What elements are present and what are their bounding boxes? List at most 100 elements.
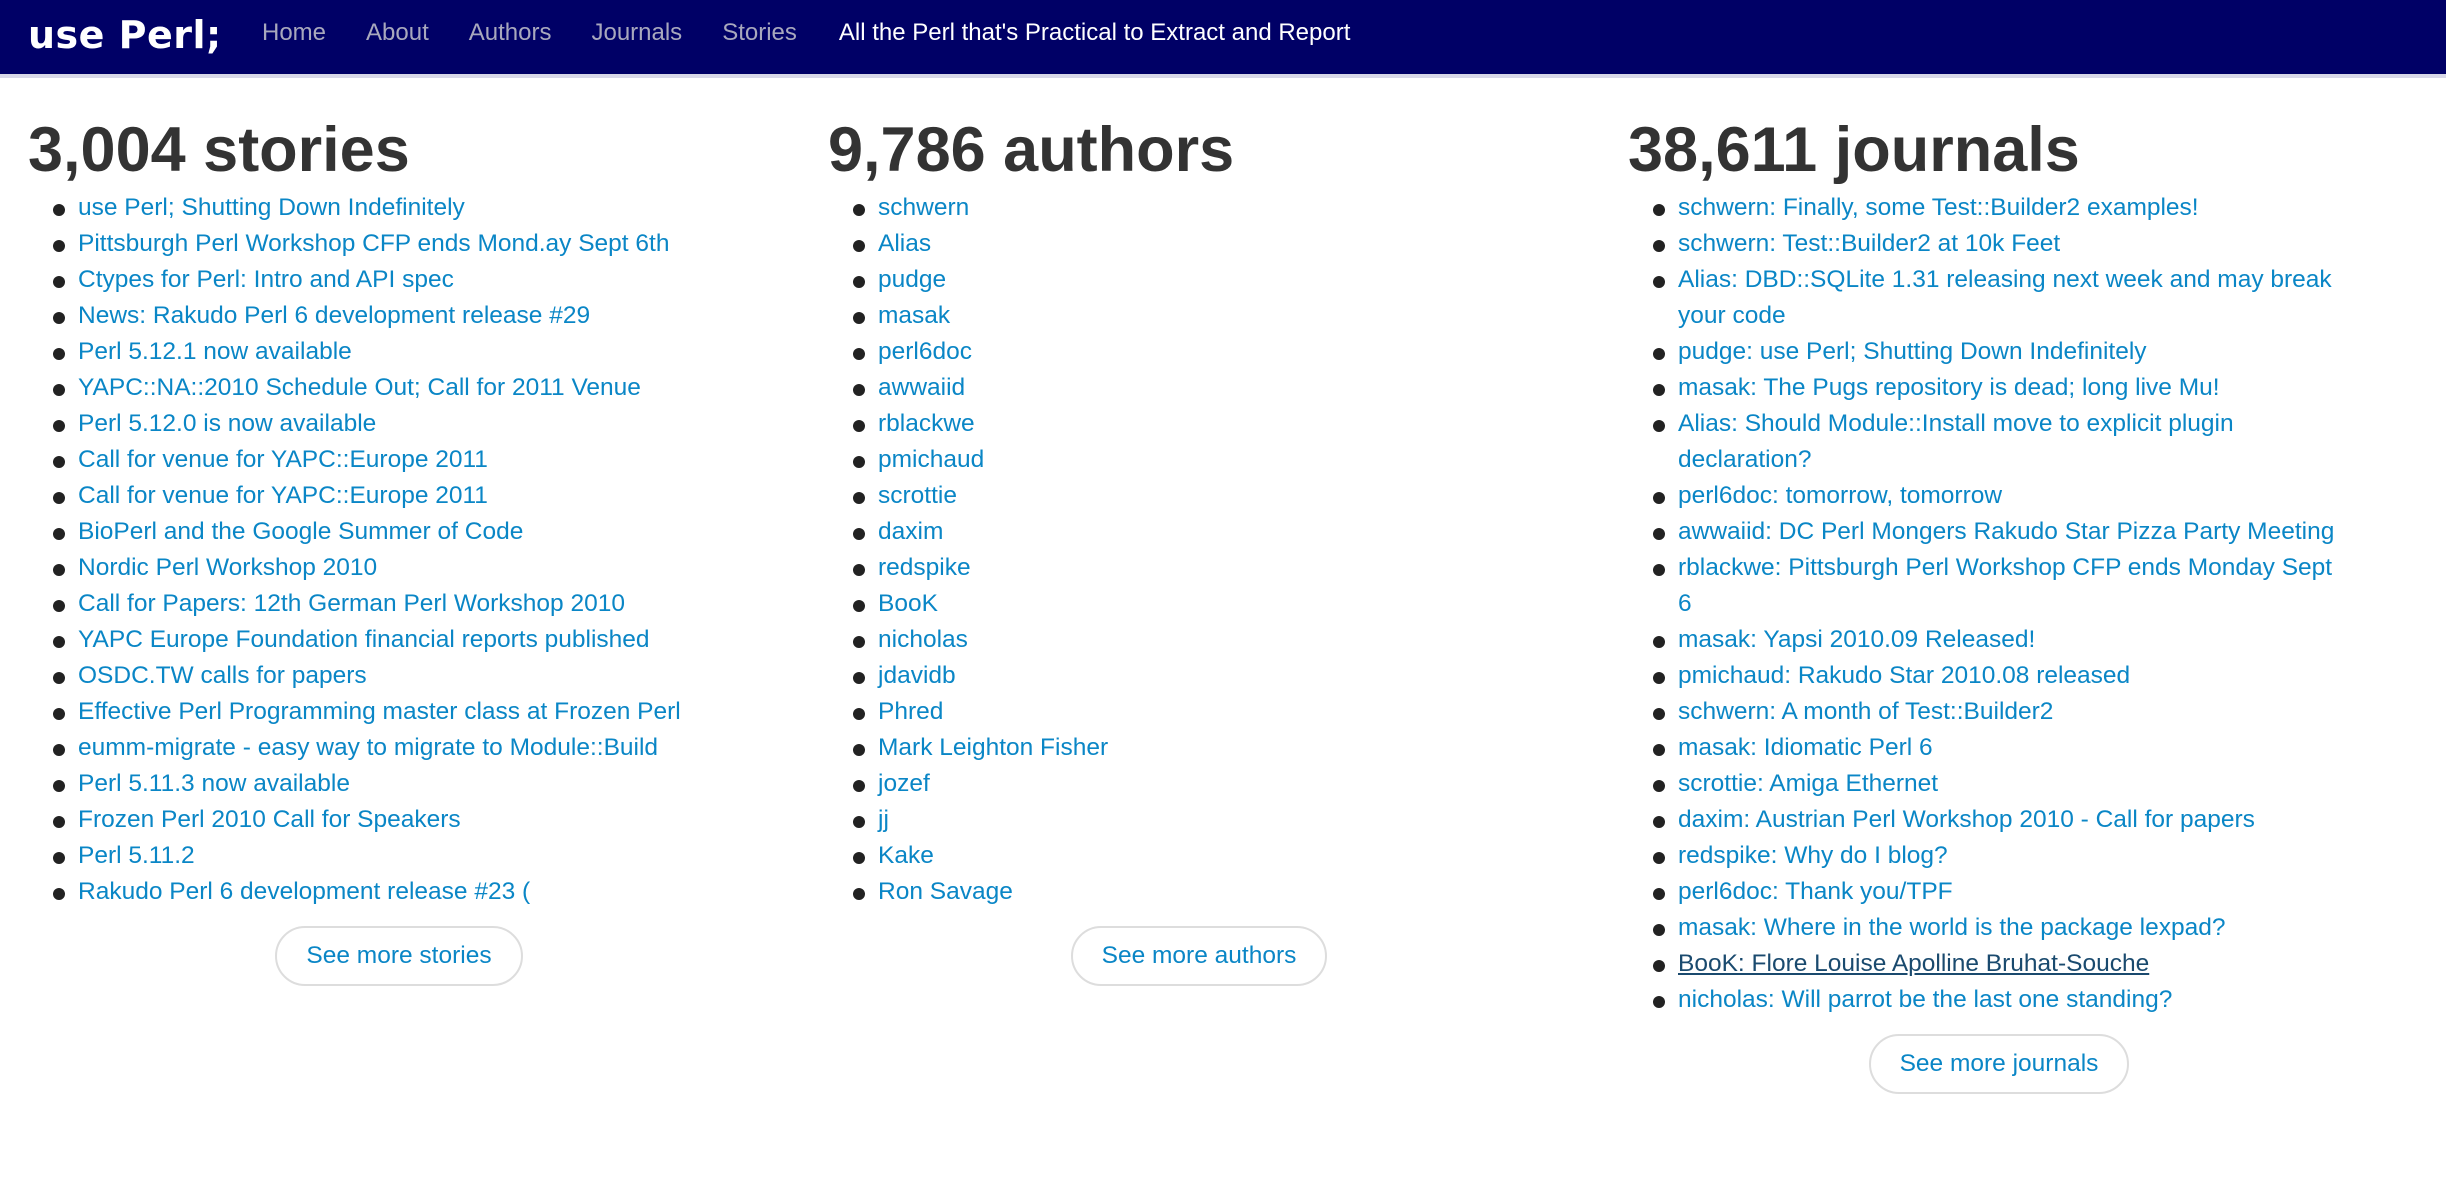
- journal-list-item: awwaiid: DC Perl Mongers Rakudo Star Piz…: [1653, 514, 2348, 550]
- story-link[interactable]: YAPC::NA::2010 Schedule Out; Call for 20…: [78, 374, 641, 401]
- author-link[interactable]: jozef: [878, 770, 930, 797]
- see-more-authors-button[interactable]: See more authors: [1070, 926, 1328, 986]
- author-link[interactable]: perl6doc: [878, 338, 972, 365]
- story-link[interactable]: OSDC.TW calls for papers: [78, 662, 367, 689]
- story-link[interactable]: Effective Perl Programming master class …: [78, 698, 681, 725]
- journal-link[interactable]: schwern: Test::Builder2 at 10k Feet: [1678, 230, 2060, 257]
- journal-link[interactable]: pmichaud: Rakudo Star 2010.08 released: [1678, 662, 2130, 689]
- nav-stories-link[interactable]: Stories: [722, 19, 797, 47]
- journal-link[interactable]: masak: The Pugs repository is dead; long…: [1678, 374, 2220, 401]
- story-link[interactable]: Ctypes for Perl: Intro and API spec: [78, 266, 454, 293]
- author-list-item: pmichaud: [853, 442, 1588, 478]
- story-link[interactable]: use Perl; Shutting Down Indefinitely: [78, 194, 465, 221]
- journal-link[interactable]: daxim: Austrian Perl Workshop 2010 - Cal…: [1678, 806, 2255, 833]
- story-link[interactable]: BioPerl and the Google Summer of Code: [78, 518, 523, 545]
- journal-link[interactable]: redspike: Why do I blog?: [1678, 842, 1948, 869]
- journal-link[interactable]: scrottie: Amiga Ethernet: [1678, 770, 1938, 797]
- story-link[interactable]: Perl 5.12.0 is now available: [78, 410, 376, 437]
- author-link[interactable]: awwaiid: [878, 374, 965, 401]
- journal-link[interactable]: masak: Yapsi 2010.09 Released!: [1678, 626, 2035, 653]
- story-link[interactable]: Perl 5.11.3 now available: [78, 770, 350, 797]
- story-link[interactable]: Rakudo Perl 6 development release #23 (: [78, 878, 530, 905]
- journal-link[interactable]: perl6doc: Thank you/TPF: [1678, 878, 1953, 905]
- story-link[interactable]: Call for venue for YAPC::Europe 2011: [78, 482, 488, 509]
- site-logo[interactable]: use Perl;: [28, 4, 222, 66]
- author-link[interactable]: BooK: [878, 590, 938, 617]
- journal-link[interactable]: awwaiid: DC Perl Mongers Rakudo Star Piz…: [1678, 518, 2334, 545]
- journal-link[interactable]: Alias: Should Module::Install move to ex…: [1678, 410, 2234, 473]
- story-list-item: Perl 5.11.2: [53, 838, 788, 874]
- author-list-item: jozef: [853, 766, 1588, 802]
- story-list-item: BioPerl and the Google Summer of Code: [53, 514, 788, 550]
- journal-list-item: perl6doc: Thank you/TPF: [1653, 874, 2348, 910]
- story-link[interactable]: Perl 5.11.2: [78, 842, 195, 869]
- story-link[interactable]: Nordic Perl Workshop 2010: [78, 554, 377, 581]
- nav-authors-link[interactable]: Authors: [469, 19, 552, 47]
- author-link[interactable]: nicholas: [878, 626, 968, 653]
- stories-more-wrap: See more stories: [28, 926, 770, 986]
- see-more-journals-button[interactable]: See more journals: [1868, 1034, 2130, 1094]
- story-link[interactable]: eumm-migrate - easy way to migrate to Mo…: [78, 734, 658, 761]
- journals-heading: 38,611 journals: [1628, 115, 2080, 185]
- journal-list-item: pudge: use Perl; Shutting Down Indefinit…: [1653, 334, 2348, 370]
- journal-link[interactable]: masak: Where in the world is the package…: [1678, 914, 2225, 941]
- journal-link[interactable]: schwern: A month of Test::Builder2: [1678, 698, 2053, 725]
- story-list-item: Perl 5.12.0 is now available: [53, 406, 788, 442]
- journal-list-item: perl6doc: tomorrow, tomorrow: [1653, 478, 2348, 514]
- author-link[interactable]: scrottie: [878, 482, 957, 509]
- story-list-item: News: Rakudo Perl 6 development release …: [53, 298, 788, 334]
- journal-list-item: masak: The Pugs repository is dead; long…: [1653, 370, 2348, 406]
- story-list-item: YAPC Europe Foundation financial reports…: [53, 622, 788, 658]
- nav-journals-link[interactable]: Journals: [591, 19, 682, 47]
- author-link[interactable]: Alias: [878, 230, 931, 257]
- story-list-item: Nordic Perl Workshop 2010: [53, 550, 788, 586]
- see-more-stories-button[interactable]: See more stories: [275, 926, 523, 986]
- journal-link[interactable]: rblackwe: Pittsburgh Perl Workshop CFP e…: [1678, 554, 2332, 617]
- story-link[interactable]: Frozen Perl 2010 Call for Speakers: [78, 806, 461, 833]
- journal-link[interactable]: nicholas: Will parrot be the last one st…: [1678, 986, 2172, 1013]
- journal-list-item: masak: Idiomatic Perl 6: [1653, 730, 2348, 766]
- author-link[interactable]: redspike: [878, 554, 971, 581]
- author-link[interactable]: masak: [878, 302, 950, 329]
- author-link[interactable]: pmichaud: [878, 446, 984, 473]
- author-list-item: daxim: [853, 514, 1588, 550]
- story-link[interactable]: Pittsburgh Perl Workshop CFP ends Mond.a…: [78, 230, 669, 257]
- story-link[interactable]: Call for Papers: 12th German Perl Worksh…: [78, 590, 625, 617]
- author-list-item: redspike: [853, 550, 1588, 586]
- journal-link[interactable]: schwern: Finally, some Test::Builder2 ex…: [1678, 194, 2199, 221]
- journal-link[interactable]: Alias: DBD::SQLite 1.31 releasing next w…: [1678, 266, 2332, 329]
- author-link[interactable]: daxim: [878, 518, 943, 545]
- journal-list-item: BooK: Flore Louise Apolline Bruhat-Souch…: [1653, 946, 2348, 982]
- journal-link[interactable]: masak: Idiomatic Perl 6: [1678, 734, 1933, 761]
- nav-about-link[interactable]: About: [366, 19, 429, 47]
- story-list-item: Rakudo Perl 6 development release #23 (: [53, 874, 788, 910]
- author-link[interactable]: Phred: [878, 698, 943, 725]
- journal-link[interactable]: BooK: Flore Louise Apolline Bruhat-Souch…: [1678, 950, 2149, 977]
- journals-list: schwern: Finally, some Test::Builder2 ex…: [1628, 190, 2348, 1018]
- stories-heading: 3,004 stories: [28, 115, 410, 185]
- author-link[interactable]: Ron Savage: [878, 878, 1013, 905]
- author-link[interactable]: pudge: [878, 266, 946, 293]
- author-link[interactable]: Kake: [878, 842, 934, 869]
- story-link[interactable]: News: Rakudo Perl 6 development release …: [78, 302, 590, 329]
- story-list-item: YAPC::NA::2010 Schedule Out; Call for 20…: [53, 370, 788, 406]
- author-link[interactable]: rblackwe: [878, 410, 975, 437]
- journal-list-item: pmichaud: Rakudo Star 2010.08 released: [1653, 658, 2348, 694]
- story-list-item: Call for Papers: 12th German Perl Worksh…: [53, 586, 788, 622]
- journal-link[interactable]: perl6doc: tomorrow, tomorrow: [1678, 482, 2002, 509]
- author-list-item: masak: [853, 298, 1588, 334]
- journal-link[interactable]: pudge: use Perl; Shutting Down Indefinit…: [1678, 338, 2147, 365]
- author-link[interactable]: jdavidb: [878, 662, 956, 689]
- story-link[interactable]: Call for venue for YAPC::Europe 2011: [78, 446, 488, 473]
- journal-list-item: schwern: Finally, some Test::Builder2 ex…: [1653, 190, 2348, 226]
- author-link[interactable]: Mark Leighton Fisher: [878, 734, 1108, 761]
- nav-home-link[interactable]: Home: [262, 19, 326, 47]
- author-link[interactable]: jj: [878, 806, 889, 833]
- story-list-item: Call for venue for YAPC::Europe 2011: [53, 478, 788, 514]
- author-link[interactable]: schwern: [878, 194, 969, 221]
- story-link[interactable]: Perl 5.12.1 now available: [78, 338, 352, 365]
- author-list-item: pudge: [853, 262, 1588, 298]
- story-list-item: Perl 5.11.3 now available: [53, 766, 788, 802]
- site-tagline: All the Perl that's Practical to Extract…: [838, 19, 1351, 46]
- story-link[interactable]: YAPC Europe Foundation financial reports…: [78, 626, 650, 653]
